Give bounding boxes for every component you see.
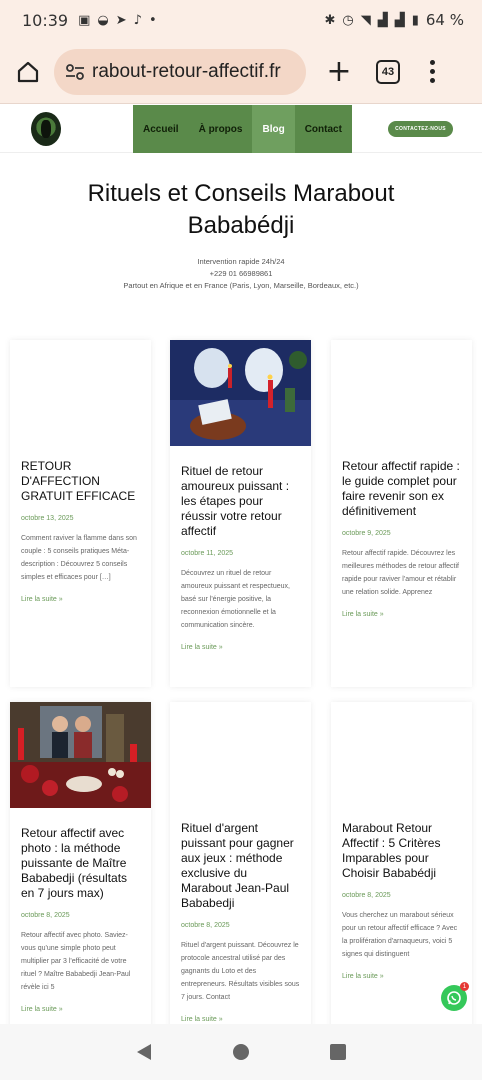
post-date: octobre 9, 2025 bbox=[342, 530, 391, 537]
post-excerpt: Retour affectif avec photo. Saviez-vous … bbox=[21, 932, 131, 991]
post-thumbnail-empty bbox=[10, 340, 151, 446]
whatsapp-icon bbox=[447, 991, 461, 1005]
home-button[interactable] bbox=[12, 56, 44, 88]
signal-icon: ▟ bbox=[377, 12, 388, 28]
main-nav: Accueil À propos Blog Contact bbox=[133, 105, 352, 153]
post-card[interactable]: Marabout Retour Affectif : 5 Critères Im… bbox=[331, 702, 472, 1032]
url-text: rabout-retour-affectif.fr bbox=[92, 60, 281, 82]
browser-menu-button[interactable] bbox=[428, 60, 436, 83]
nav-blog[interactable]: Blog bbox=[252, 105, 295, 153]
post-card[interactable]: Retour affectif rapide : le guide comple… bbox=[331, 340, 472, 687]
post-title[interactable]: Retour affectif rapide : le guide comple… bbox=[342, 459, 461, 519]
post-title[interactable]: Marabout Retour Affectif : 5 Critères Im… bbox=[342, 821, 461, 881]
post-excerpt: Retour affectif rapide. Découvrez les me… bbox=[342, 550, 459, 596]
post-date: octobre 11, 2025 bbox=[181, 550, 234, 557]
nav-a-propos[interactable]: À propos bbox=[189, 105, 253, 153]
bluetooth-icon: ✱ bbox=[324, 12, 336, 28]
telegram-icon: ➤ bbox=[115, 12, 127, 28]
read-more-link[interactable]: Lire la suite » bbox=[21, 1006, 140, 1013]
home-icon bbox=[17, 61, 39, 82]
post-title[interactable]: Retour affectif avec photo : la méthode … bbox=[21, 826, 140, 901]
back-icon[interactable] bbox=[135, 1043, 153, 1061]
read-more-link[interactable]: Lire la suite » bbox=[342, 973, 461, 980]
post-excerpt: Comment raviver la flamme dans son coupl… bbox=[21, 535, 137, 581]
tab-switcher-button[interactable]: 43 bbox=[376, 59, 400, 84]
home-circle-icon[interactable] bbox=[232, 1043, 250, 1061]
page-title-line1: Rituels et Conseils Marabout bbox=[87, 180, 395, 207]
post-date: octobre 8, 2025 bbox=[21, 912, 70, 919]
post-title[interactable]: Rituel de retour amoureux puissant : les… bbox=[181, 464, 300, 539]
site-header: Accueil À propos Blog Contact CONTACTEZ-… bbox=[0, 105, 482, 153]
page-title-line2: Bababédji bbox=[187, 212, 295, 239]
nav-accueil[interactable]: Accueil bbox=[133, 105, 189, 153]
post-date: octobre 13, 2025 bbox=[21, 515, 74, 522]
system-nav-bar bbox=[0, 1024, 482, 1080]
post-thumbnail-empty bbox=[331, 340, 472, 446]
nav-contact[interactable]: Contact bbox=[295, 105, 352, 153]
wifi-icon: ◥ bbox=[360, 12, 371, 28]
post-card[interactable]: RETOUR D'AFFECTION GRATUIT EFFICACE octo… bbox=[10, 340, 151, 687]
tiktok-icon: ♪ bbox=[133, 12, 142, 28]
signal-2-icon: ▟ bbox=[394, 12, 405, 28]
battery-icon: ▮ bbox=[411, 12, 419, 28]
address-bar[interactable]: rabout-retour-affectif.fr bbox=[54, 48, 306, 95]
hero-locations: Partout en Afrique et en France (Paris, … bbox=[123, 281, 359, 290]
post-excerpt: Vous cherchez un marabout sérieux pour u… bbox=[342, 912, 458, 958]
page-title: Rituels et Conseils Marabout Bababédji bbox=[0, 178, 482, 242]
hero-section: Rituels et Conseils Marabout Bababédji I… bbox=[0, 160, 482, 292]
recents-icon[interactable] bbox=[329, 1043, 347, 1061]
post-date: octobre 8, 2025 bbox=[181, 922, 230, 929]
hero-availability: Intervention rapide 24h/24 bbox=[197, 257, 285, 266]
post-excerpt: Rituel d'argent puissant. Découvrez le p… bbox=[181, 942, 300, 1001]
post-thumbnail-empty bbox=[331, 702, 472, 808]
status-time: 10:39 bbox=[22, 10, 69, 30]
hero-phone: +229 01 66989861 bbox=[209, 269, 273, 278]
status-bar: 10:39 ▣ ◒ ➤ ♪ • ✱ ◷ ◥ ▟ ▟ ▮ 64 % bbox=[0, 0, 482, 40]
post-title[interactable]: Rituel d'argent puissant pour gagner aux… bbox=[181, 821, 300, 911]
browser-toolbar: rabout-retour-affectif.fr + 43 bbox=[0, 40, 482, 104]
whatsapp-chat-button[interactable]: 1 bbox=[441, 982, 469, 1011]
post-date: octobre 8, 2025 bbox=[342, 892, 391, 899]
more-notifications-icon: • bbox=[148, 12, 157, 28]
post-card[interactable]: Rituel de retour amoureux puissant : les… bbox=[170, 340, 311, 687]
read-more-link[interactable]: Lire la suite » bbox=[181, 644, 300, 651]
site-logo[interactable] bbox=[31, 112, 61, 146]
read-more-link[interactable]: Lire la suite » bbox=[342, 611, 461, 618]
site-settings-icon[interactable] bbox=[64, 61, 86, 83]
battery-percent: 64 % bbox=[425, 11, 464, 29]
new-tab-button[interactable]: + bbox=[324, 54, 354, 89]
facebook-icon: ▣ bbox=[78, 12, 91, 28]
post-excerpt: Découvrez un rituel de retour amoureux p… bbox=[181, 570, 290, 629]
post-title[interactable]: RETOUR D'AFFECTION GRATUIT EFFICACE bbox=[21, 459, 140, 504]
post-card[interactable]: Retour affectif avec photo : la méthode … bbox=[10, 702, 151, 1032]
post-card[interactable]: Rituel d'argent puissant pour gagner aux… bbox=[170, 702, 311, 1032]
read-more-link[interactable]: Lire la suite » bbox=[181, 1016, 300, 1023]
post-thumbnail-couple-photo[interactable] bbox=[10, 702, 151, 808]
post-thumbnail-ritual-altar[interactable] bbox=[170, 340, 311, 446]
snapchat-icon: ◒ bbox=[97, 12, 109, 28]
alarm-icon: ◷ bbox=[342, 12, 354, 28]
post-thumbnail-empty bbox=[170, 702, 311, 808]
notification-badge: 1 bbox=[460, 982, 469, 991]
read-more-link[interactable]: Lire la suite » bbox=[21, 596, 140, 603]
contact-us-button[interactable]: CONTACTEZ-NOUS bbox=[388, 121, 453, 137]
